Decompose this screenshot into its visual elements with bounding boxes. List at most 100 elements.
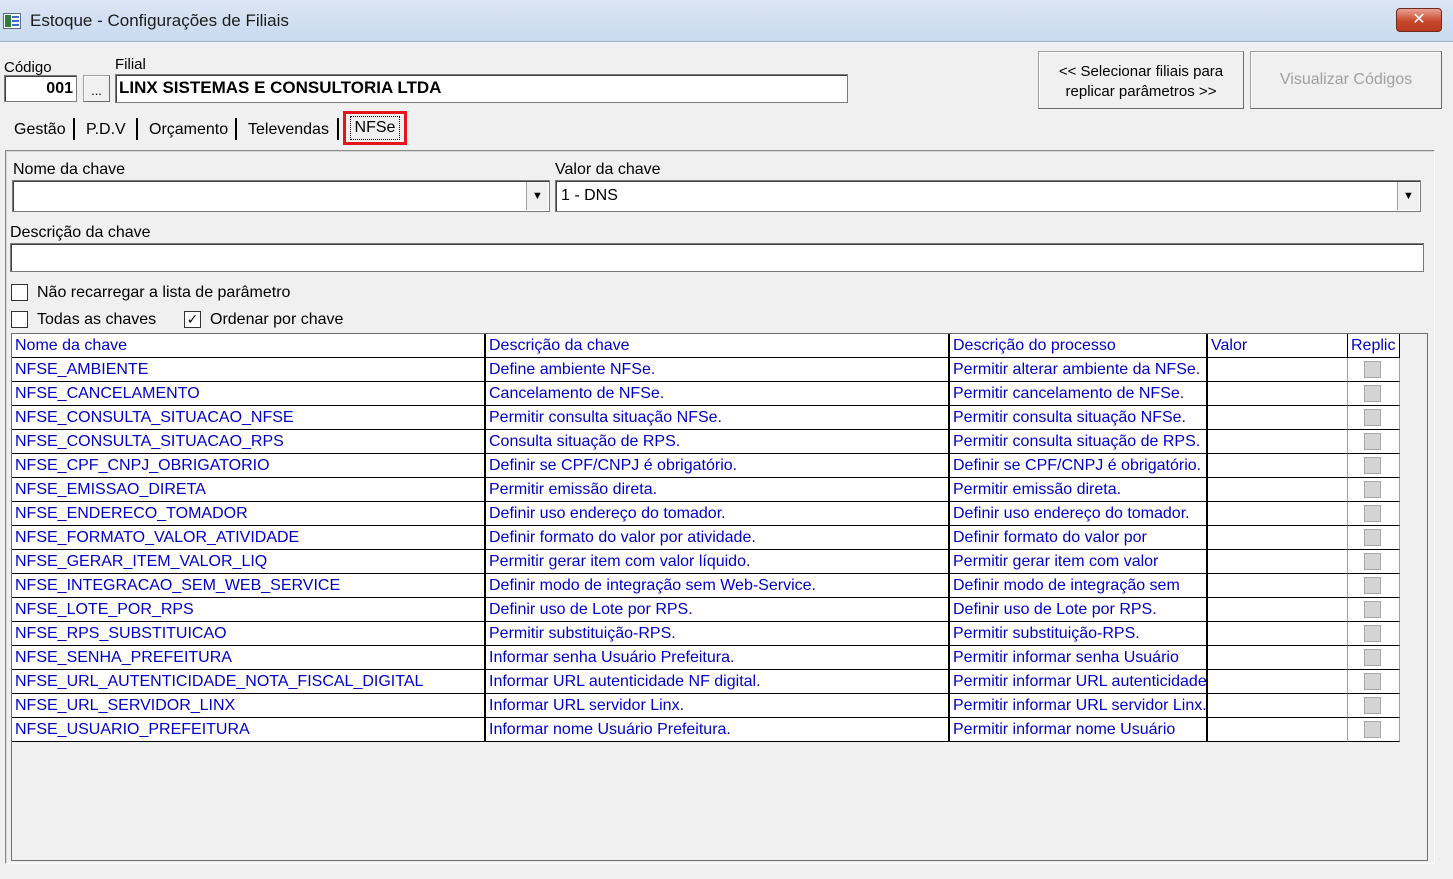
key-desc-field[interactable] [10,243,1424,272]
cell-key-name[interactable]: NFSE_INTEGRACAO_SEM_WEB_SERVICE [12,574,486,598]
key-value-combo[interactable]: 1 - DNS ▼ [555,180,1421,212]
cell-key-name[interactable]: NFSE_USUARIO_PREFEITURA [12,718,486,742]
cell-key-name[interactable]: NFSE_URL_SERVIDOR_LINX [12,694,486,718]
table-row[interactable]: NFSE_CONSULTA_SITUACAO_NFSE Permitir cons… [12,406,1402,430]
cell-key-description[interactable]: Definir uso endereço do tomador. [486,502,950,526]
cell-value[interactable] [1208,358,1348,382]
table-row[interactable]: NFSE_CONSULTA_SITUACAO_RPS Consulta situa… [12,430,1402,454]
cell-key-description[interactable]: Informar URL autenticidade NF digital. [486,670,950,694]
table-row[interactable]: NFSE_INTEGRACAO_SEM_WEB_SERVICE Definir m… [12,574,1402,598]
cell-key-name[interactable]: NFSE_CANCELAMENTO [12,382,486,406]
table-row[interactable]: NFSE_FORMATO_VALOR_ATIVIDADE Definir form… [12,526,1402,550]
cell-key-description[interactable]: Informar URL servidor Linx. [486,694,950,718]
cell-value[interactable] [1208,430,1348,454]
cell-process-description[interactable]: Definir se CPF/CNPJ é obrigatório. [950,454,1208,478]
tab-nfse[interactable]: NFSe [350,116,400,140]
table-row[interactable]: NFSE_LOTE_POR_RPS Definir uso de Lote por… [12,598,1402,622]
cell-replicate[interactable] [1348,454,1400,478]
cell-key-description[interactable]: Cancelamento de NFSe. [486,382,950,406]
no-reload-checkbox[interactable] [11,284,28,301]
tab-gestao[interactable]: Gestão [14,117,66,143]
replicate-checkbox[interactable] [1364,409,1381,426]
replicate-filiais-button[interactable]: << Selecionar filiais para replicar parâ… [1038,51,1244,109]
codigo-field[interactable]: 001 [4,75,77,102]
cell-replicate[interactable] [1348,622,1400,646]
cell-key-name[interactable]: NFSE_EMISSAO_DIRETA [12,478,486,502]
replicate-checkbox[interactable] [1364,361,1381,378]
tab-televendas[interactable]: Televendas [248,117,329,143]
cell-value[interactable] [1208,718,1348,742]
cell-key-description[interactable]: Informar nome Usuário Prefeitura. [486,718,950,742]
cell-process-description[interactable]: Permitir alterar ambiente da NFSe. [950,358,1208,382]
cell-process-description[interactable]: Permitir informar senha Usuário [950,646,1208,670]
cell-key-description[interactable]: Definir se CPF/CNPJ é obrigatório. [486,454,950,478]
table-row[interactable]: NFSE_USUARIO_PREFEITURA Informar nome Usu… [12,718,1402,742]
replicate-checkbox[interactable] [1364,505,1381,522]
replicate-checkbox[interactable] [1364,673,1381,690]
cell-key-name[interactable]: NFSE_GERAR_ITEM_VALOR_LIQ [12,550,486,574]
column-header-replicate[interactable]: Replic [1348,334,1400,358]
cell-replicate[interactable] [1348,718,1400,742]
replicate-checkbox[interactable] [1364,577,1381,594]
cell-process-description[interactable]: Permitir cancelamento de NFSe. [950,382,1208,406]
column-header-key-name[interactable]: Nome da chave [12,334,486,358]
cell-replicate[interactable] [1348,430,1400,454]
table-row[interactable]: NFSE_GERAR_ITEM_VALOR_LIQ Permitir gerar … [12,550,1402,574]
cell-replicate[interactable] [1348,646,1400,670]
view-codes-button[interactable]: Visualizar Códigos [1250,51,1442,109]
cell-process-description[interactable]: Definir modo de integração sem [950,574,1208,598]
column-header-process-description[interactable]: Descrição do processo [950,334,1208,358]
cell-key-name[interactable]: NFSE_URL_AUTENTICIDADE_NOTA_FISCAL_DIGIT… [12,670,486,694]
column-header-key-description[interactable]: Descrição da chave [486,334,950,358]
replicate-checkbox[interactable] [1364,433,1381,450]
order-by-key-checkbox[interactable]: ✓ [184,311,201,328]
replicate-checkbox[interactable] [1364,553,1381,570]
cell-process-description[interactable]: Permitir gerar item com valor [950,550,1208,574]
cell-key-description[interactable]: Permitir consulta situação NFSe. [486,406,950,430]
cell-value[interactable] [1208,598,1348,622]
key-name-combo[interactable]: ▼ [12,180,550,212]
cell-key-description[interactable]: Define ambiente NFSe. [486,358,950,382]
replicate-checkbox[interactable] [1364,529,1381,546]
table-row[interactable]: NFSE_URL_AUTENTICIDADE_NOTA_FISCAL_DIGIT… [12,670,1402,694]
cell-process-description[interactable]: Permitir informar nome Usuário [950,718,1208,742]
cell-value[interactable] [1208,574,1348,598]
replicate-checkbox[interactable] [1364,697,1381,714]
cell-key-description[interactable]: Definir uso de Lote por RPS. [486,598,950,622]
cell-replicate[interactable] [1348,382,1400,406]
cell-process-description[interactable]: Permitir consulta situação de RPS. [950,430,1208,454]
table-row[interactable]: NFSE_EMISSAO_DIRETA Permitir emissão dire… [12,478,1402,502]
cell-value[interactable] [1208,406,1348,430]
cell-key-description[interactable]: Permitir substituição-RPS. [486,622,950,646]
cell-key-name[interactable]: NFSE_RPS_SUBSTITUICAO [12,622,486,646]
close-button[interactable]: ✕ [1396,8,1442,32]
cell-key-name[interactable]: NFSE_CONSULTA_SITUACAO_RPS [12,430,486,454]
cell-replicate[interactable] [1348,574,1400,598]
cell-key-description[interactable]: Definir formato do valor por atividade. [486,526,950,550]
cell-key-name[interactable]: NFSE_CONSULTA_SITUACAO_NFSE [12,406,486,430]
parameters-grid[interactable]: Nome da chave Descrição da chave Descriç… [11,333,1428,861]
replicate-checkbox[interactable] [1364,601,1381,618]
all-keys-checkbox[interactable] [11,311,28,328]
cell-key-name[interactable]: NFSE_LOTE_POR_RPS [12,598,486,622]
cell-value[interactable] [1208,478,1348,502]
cell-key-description[interactable]: Consulta situação de RPS. [486,430,950,454]
replicate-checkbox[interactable] [1364,721,1381,738]
cell-value[interactable] [1208,502,1348,526]
cell-value[interactable] [1208,526,1348,550]
cell-replicate[interactable] [1348,526,1400,550]
replicate-checkbox[interactable] [1364,481,1381,498]
cell-key-name[interactable]: NFSE_AMBIENTE [12,358,486,382]
dropdown-arrow-icon[interactable]: ▼ [1397,182,1419,210]
tab-orcamento[interactable]: Orçamento [149,117,228,143]
replicate-checkbox[interactable] [1364,457,1381,474]
cell-value[interactable] [1208,646,1348,670]
cell-replicate[interactable] [1348,406,1400,430]
cell-process-description[interactable]: Permitir informar URL autenticidade [950,670,1208,694]
cell-key-description[interactable]: Informar senha Usuário Prefeitura. [486,646,950,670]
cell-replicate[interactable] [1348,550,1400,574]
table-row[interactable]: NFSE_CANCELAMENTO Cancelamento de NFSe. Pe… [12,382,1402,406]
cell-value[interactable] [1208,382,1348,406]
replicate-checkbox[interactable] [1364,649,1381,666]
cell-key-name[interactable]: NFSE_ENDERECO_TOMADOR [12,502,486,526]
